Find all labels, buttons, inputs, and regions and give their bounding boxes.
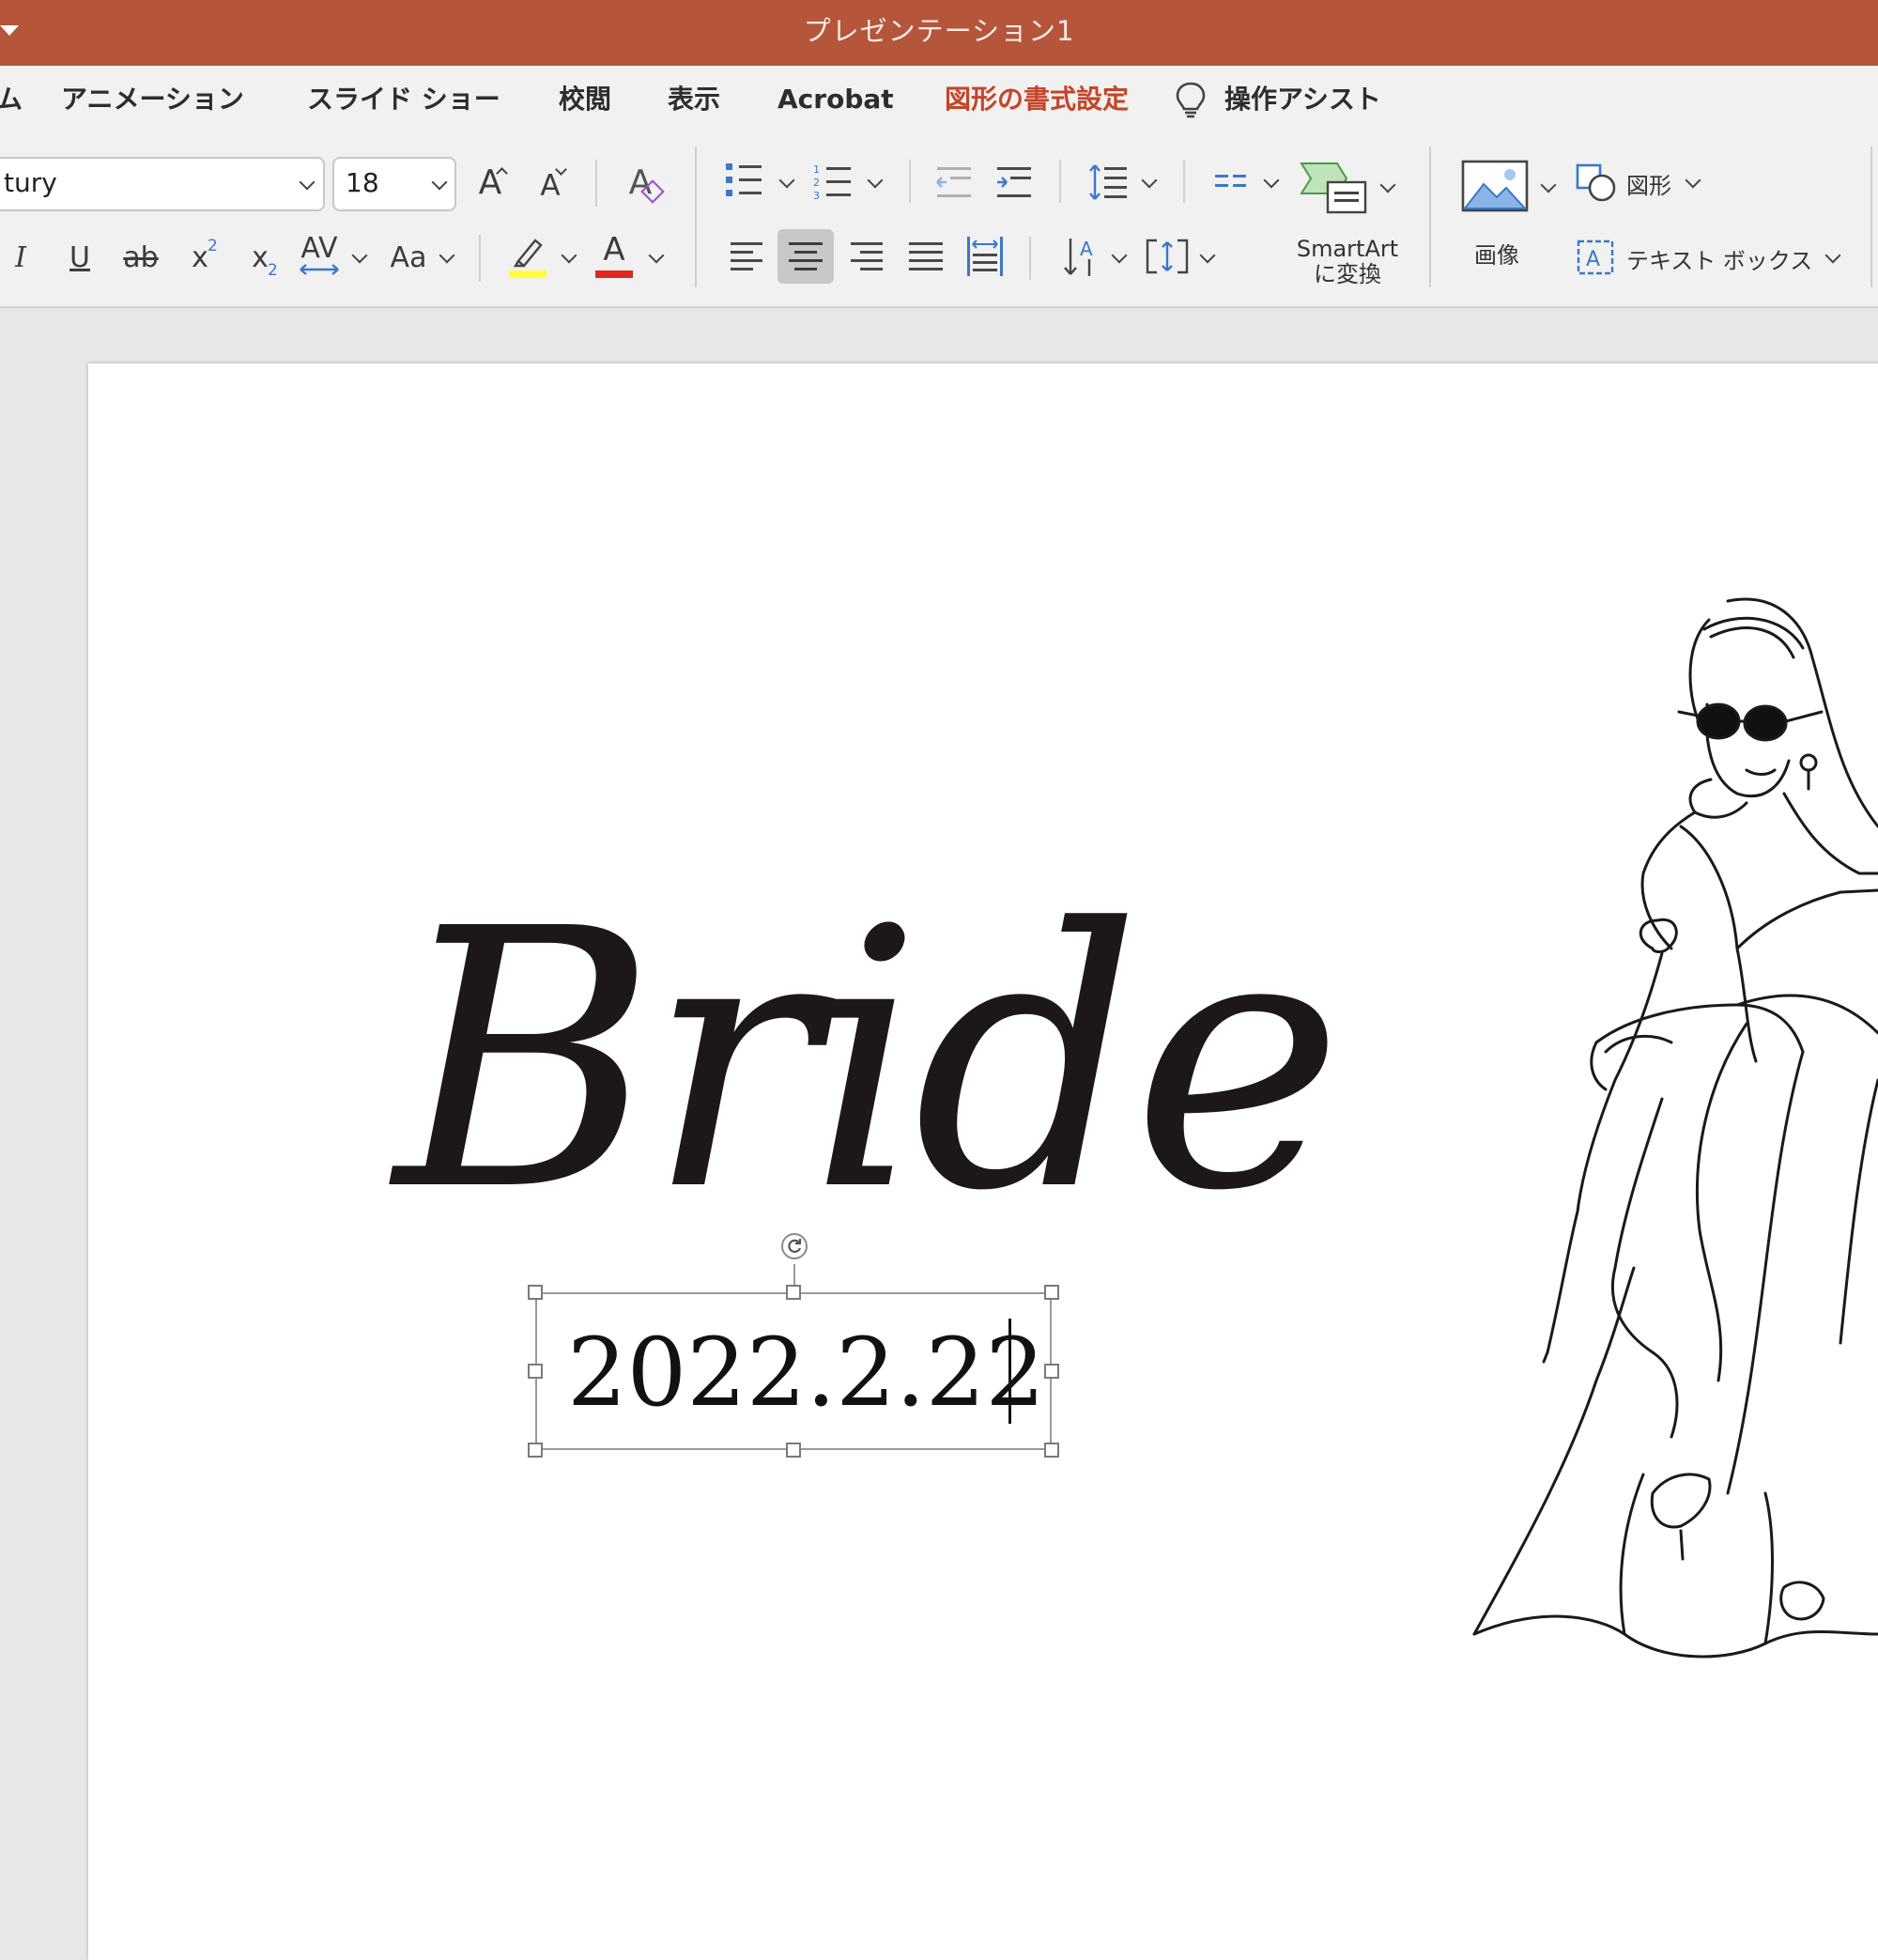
decrease-indent-icon[interactable] xyxy=(935,163,973,201)
shapes-icon[interactable] xyxy=(1576,163,1617,203)
columns-icon[interactable] xyxy=(1215,171,1247,193)
character-spacing-button[interactable]: AV xyxy=(297,229,342,267)
svg-text:2: 2 xyxy=(813,177,820,189)
font-color-button[interactable]: A xyxy=(595,229,633,270)
line-spacing-icon[interactable] xyxy=(1087,162,1129,203)
separator xyxy=(1183,160,1185,203)
subscript-mark: 2 xyxy=(268,261,278,280)
numbering-button[interactable]: 1 2 3 xyxy=(813,162,853,203)
underline-icon: U xyxy=(69,240,90,274)
highlight-color-swatch xyxy=(509,270,546,278)
separator xyxy=(1059,160,1061,203)
tab-acrobat[interactable]: Acrobat xyxy=(777,79,894,120)
svg-text:A: A xyxy=(1080,238,1093,260)
align-right-icon[interactable] xyxy=(847,239,885,276)
font-color-swatch xyxy=(595,270,633,278)
font-size-value: 18 xyxy=(346,167,379,198)
separator xyxy=(595,160,597,207)
font-color-icon: A xyxy=(603,231,625,269)
numbered-list-icon: 1 2 3 xyxy=(813,163,851,202)
subscript-icon: x xyxy=(252,240,269,274)
strikethrough-icon: ab xyxy=(123,240,159,274)
change-case-icon: Aa xyxy=(390,240,427,274)
grow-font-icon: A xyxy=(478,162,502,202)
superscript-mark: 2 xyxy=(208,237,218,255)
justify-icon[interactable] xyxy=(907,239,945,276)
tell-me-search[interactable]: 操作アシスト xyxy=(1224,79,1381,120)
bullets-button[interactable] xyxy=(726,162,763,199)
bullet-line xyxy=(739,165,762,168)
italic-button[interactable]: I xyxy=(9,237,32,278)
strikethrough-button[interactable]: ab xyxy=(120,237,162,278)
highlighter-icon[interactable] xyxy=(509,235,546,272)
align-center-icon xyxy=(789,242,823,270)
rotate-handle-icon[interactable] xyxy=(780,1232,808,1260)
font-name-value: tury xyxy=(4,167,57,198)
smartart-label-line2: に変換 xyxy=(1314,261,1381,287)
lightbulb-icon xyxy=(1176,82,1206,118)
bullet-dot xyxy=(726,163,732,170)
separator xyxy=(479,235,481,282)
picture-icon[interactable] xyxy=(1461,160,1529,212)
group-separator xyxy=(1870,147,1872,287)
text-direction-icon[interactable]: A xyxy=(1061,235,1102,280)
document-title: プレゼンテーション1 xyxy=(803,15,1075,47)
smartart-label-line1: SmartArt xyxy=(1296,236,1399,262)
group-separator xyxy=(1429,147,1431,287)
superscript-icon: x xyxy=(192,240,208,274)
bullet-line xyxy=(739,178,762,181)
tab-review[interactable]: 校閲 xyxy=(559,79,611,120)
tab-shape-format[interactable]: 図形の書式設定 xyxy=(945,79,1129,120)
date-text[interactable]: 2022.2.22 xyxy=(567,1319,1045,1428)
resize-handle-bottom-right[interactable] xyxy=(1044,1443,1059,1458)
bullet-dot xyxy=(726,190,732,196)
resize-handle-bottom-left[interactable] xyxy=(528,1443,543,1458)
tab-partial[interactable]: ム xyxy=(0,79,23,120)
spacing-arrows-icon xyxy=(300,264,339,275)
smartart-label[interactable]: SmartArt に変換 xyxy=(1286,237,1408,287)
text-cursor xyxy=(1008,1319,1011,1424)
resize-handle-top-left[interactable] xyxy=(528,1285,543,1300)
bride-illustration[interactable] xyxy=(1465,592,1878,1681)
text-box-icon[interactable]: A xyxy=(1576,239,1615,276)
picture-label[interactable]: 画像 xyxy=(1474,237,1519,270)
underline-button[interactable]: U xyxy=(64,237,96,278)
increase-indent-icon[interactable] xyxy=(995,163,1033,201)
align-text-icon[interactable] xyxy=(1146,237,1189,276)
align-left-icon[interactable] xyxy=(729,239,766,276)
distributed-icon[interactable] xyxy=(965,235,1005,278)
text-box-label[interactable]: テキスト ボックス xyxy=(1626,242,1812,275)
tab-view[interactable]: 表示 xyxy=(668,79,720,120)
bullet-line xyxy=(739,192,762,194)
smartart-icon[interactable] xyxy=(1300,160,1369,216)
separator xyxy=(1029,237,1031,280)
slide-title-bride[interactable]: Bride xyxy=(394,845,1344,1277)
resize-handle-bottom[interactable] xyxy=(786,1443,801,1458)
group-separator xyxy=(695,147,697,287)
resize-handle-left[interactable] xyxy=(528,1364,543,1379)
tab-slide-show[interactable]: スライド ショー xyxy=(307,79,500,120)
resize-handle-right[interactable] xyxy=(1044,1364,1059,1379)
shapes-label[interactable]: 図形 xyxy=(1626,167,1671,200)
tab-animations[interactable]: アニメーション xyxy=(61,79,244,120)
change-case-button[interactable]: Aa xyxy=(385,237,432,278)
shrink-font-icon: A xyxy=(540,169,561,203)
character-spacing-icon: AV xyxy=(300,231,338,265)
font-name-combo[interactable]: tury xyxy=(0,157,325,211)
svg-text:1: 1 xyxy=(813,163,820,176)
bullet-dot xyxy=(726,177,732,183)
resize-handle-top[interactable] xyxy=(786,1285,801,1300)
separator xyxy=(909,160,911,203)
svg-text:3: 3 xyxy=(813,190,820,202)
grow-font-button[interactable]: A xyxy=(471,160,509,205)
resize-handle-top-right[interactable] xyxy=(1044,1285,1059,1300)
italic-icon: I xyxy=(15,240,26,274)
svg-text:A: A xyxy=(1586,248,1600,271)
